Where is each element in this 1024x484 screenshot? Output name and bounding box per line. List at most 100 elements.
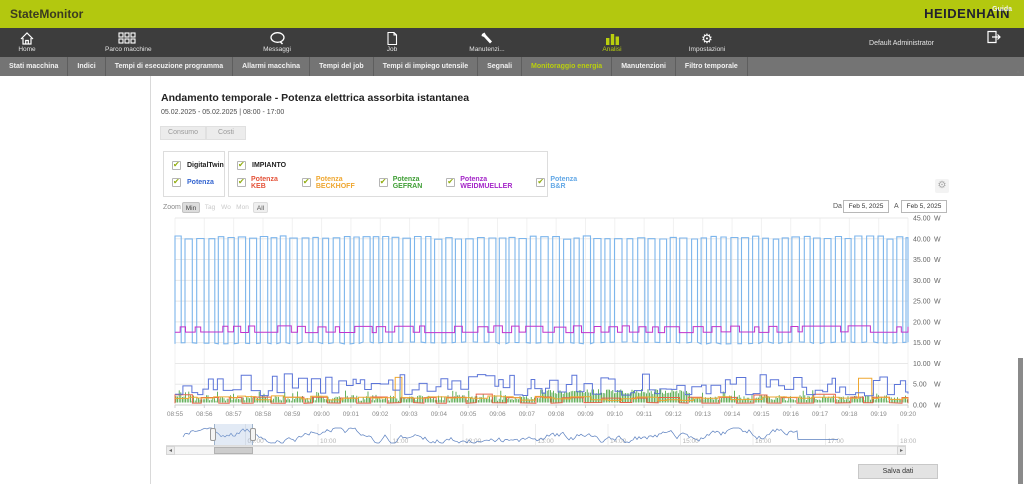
checkbox-impianto[interactable]: [237, 161, 246, 170]
navigator-left-handle[interactable]: [210, 428, 216, 441]
content-divider: [150, 76, 151, 484]
x-tick-label: 09:06: [489, 411, 506, 418]
nav-messaggi[interactable]: Messaggi: [255, 30, 299, 56]
subtab-tempi-utensile[interactable]: Tempi di impiego utensile: [374, 57, 478, 76]
date-from-input[interactable]: Feb 5, 2025: [843, 200, 889, 213]
x-tick-label: 09:18: [841, 411, 858, 418]
main-nav: Home Parco macchine Messaggi Job Manuten…: [0, 28, 1024, 57]
page-title: Andamento temporale - Potenza elettrica …: [161, 92, 469, 104]
zoom-tag-button[interactable]: Tag: [202, 202, 218, 213]
checkbox-potenza[interactable]: [172, 178, 181, 187]
date-range-subtitle: 05.02.2025 - 05.02.2025 | 08:00 - 17:00: [161, 109, 284, 116]
machine-park-icon: [105, 31, 149, 46]
x-tick-label: 09:13: [695, 411, 712, 418]
sub-nav: Stati macchina Indici Tempi di esecuzion…: [0, 57, 1024, 76]
user-name: Default Administrator: [869, 40, 934, 47]
x-tick-label: 08:56: [196, 411, 213, 418]
tab-consumo[interactable]: Consumo: [160, 126, 206, 140]
x-tick-label: 08:57: [225, 411, 242, 418]
legend-item-keb: Potenza KEB: [251, 176, 278, 190]
nav-job[interactable]: Job: [370, 30, 414, 56]
statemonitor-app: StateMonitor HEIDENHAIN Home Parco macch…: [0, 0, 1024, 484]
zoom-mon-button[interactable]: Mon: [234, 202, 251, 213]
x-tick-label: 09:08: [548, 411, 565, 418]
subtab-stati-macchina[interactable]: Stati macchina: [0, 57, 68, 76]
zoom-wo-button[interactable]: Wo: [219, 202, 233, 213]
nav-impostazioni[interactable]: ⚙ Impostazioni: [685, 30, 729, 56]
legend-group-title: DigitalTwin: [187, 162, 224, 169]
y-tick-label: 35.00: [913, 257, 931, 264]
subtab-monitoraggio-energia[interactable]: Monitoraggio energia: [522, 57, 612, 76]
x-tick-label: 09:02: [372, 411, 389, 418]
navigator-scroll-right-icon[interactable]: ▸: [897, 446, 906, 455]
x-tick-label: 09:09: [577, 411, 594, 418]
x-tick-label: 09:01: [343, 411, 360, 418]
y-tick-label: 0.00: [913, 403, 927, 410]
x-tick-label: 09:07: [519, 411, 536, 418]
save-data-button[interactable]: Salva dati: [858, 464, 938, 479]
nav-label: Parco macchine: [105, 46, 149, 53]
nav-label: Job: [370, 46, 414, 53]
legend-group-digitaltwin: DigitalTwin Potenza: [163, 151, 225, 197]
x-tick-label: 09:15: [753, 411, 770, 418]
page-scrollbar-thumb[interactable]: [1018, 358, 1023, 484]
y-tick-label: 15.00: [913, 340, 931, 347]
nav-label: Impostazioni: [685, 46, 729, 53]
subtab-tempi-esecuzione[interactable]: Tempi di esecuzione programma: [106, 57, 233, 76]
nav-manutenzione[interactable]: Manutenzi...: [465, 30, 509, 56]
navigator-scroll-left-icon[interactable]: ◂: [166, 446, 175, 455]
chart-navigator[interactable]: [175, 424, 898, 445]
x-tick-label: 09:14: [724, 411, 741, 418]
legend-group-impianto: IMPIANTO Potenza KEB Potenza BECKHOFF Po…: [228, 151, 548, 197]
x-tick-label: 09:19: [871, 411, 888, 418]
x-tick-label: 09:03: [401, 411, 418, 418]
logout-icon: [986, 31, 1002, 48]
checkbox-digitaltwin[interactable]: [172, 161, 181, 170]
y-tick-label: 5.00: [913, 382, 927, 389]
zoom-all-button[interactable]: All: [253, 202, 268, 213]
subtab-tempi-job[interactable]: Tempi del job: [310, 57, 374, 76]
x-tick-label: 09:17: [812, 411, 829, 418]
nav-analisi[interactable]: Analisi: [590, 30, 634, 56]
legend-item-beckhoff: Potenza BECKHOFF: [316, 176, 355, 190]
maintenance-icon: [465, 31, 509, 46]
checkbox-beckhoff[interactable]: [302, 178, 311, 187]
y-unit-label: W: [934, 361, 941, 368]
subtab-allarmi[interactable]: Allarmi macchina: [233, 57, 310, 76]
x-tick-label: 09:16: [783, 411, 800, 418]
y-tick-label: 30.00: [913, 278, 931, 285]
help-link[interactable]: Guida: [992, 6, 1012, 13]
nav-label: Messaggi: [255, 46, 299, 53]
navigator-selection[interactable]: [214, 424, 253, 445]
date-from-label: Da: [833, 203, 842, 210]
navigator-scrollbar-thumb[interactable]: [214, 447, 253, 454]
navigator-scrollbar-track[interactable]: [166, 446, 906, 455]
settings-icon: ⚙: [685, 31, 729, 46]
y-unit-label: W: [934, 299, 941, 306]
y-unit-label: W: [934, 216, 941, 223]
nav-parco-macchine[interactable]: Parco macchine: [105, 30, 149, 56]
nav-label: Manutenzi...: [465, 46, 509, 53]
checkbox-keb[interactable]: [237, 178, 246, 187]
subtab-manutenzioni[interactable]: Manutenzioni: [612, 57, 676, 76]
legend-item-potenza: Potenza: [187, 179, 214, 186]
legend-item-br: Potenza B&R: [550, 176, 577, 190]
x-tick-label: 08:55: [167, 411, 184, 418]
subtab-filtro-temporale[interactable]: Filtro temporale: [676, 57, 748, 76]
checkbox-br[interactable]: [536, 178, 545, 187]
subtab-indici[interactable]: Indici: [68, 57, 105, 76]
navigator-right-handle[interactable]: [250, 428, 256, 441]
date-to-label: A: [894, 203, 899, 210]
chart-menu-gear-icon[interactable]: ⚙: [935, 179, 949, 193]
page-scroll-up-icon[interactable]: ▲: [1015, 69, 1021, 75]
legend-item-weidmueller: Potenza WEIDMUELLER: [460, 176, 512, 190]
checkbox-gefran[interactable]: [379, 178, 388, 187]
x-tick-label: 09:20: [900, 411, 917, 418]
zoom-min-button[interactable]: Min: [182, 202, 200, 213]
checkbox-weidmueller[interactable]: [446, 178, 455, 187]
date-to-input[interactable]: Feb 5, 2025: [901, 200, 947, 213]
subtab-segnali[interactable]: Segnali: [478, 57, 522, 76]
chart-plot-area[interactable]: [175, 218, 908, 405]
nav-home[interactable]: Home: [5, 30, 49, 56]
tab-costi[interactable]: Costi: [206, 126, 246, 140]
